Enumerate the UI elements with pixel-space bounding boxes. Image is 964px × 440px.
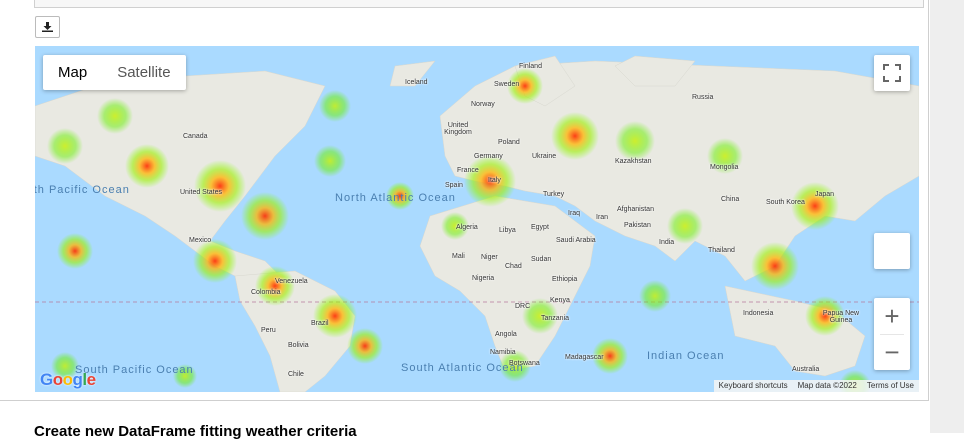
- zoom-divider: [880, 334, 904, 335]
- country-label: United Kingdom: [444, 122, 472, 136]
- country-label: Iran: [596, 214, 609, 221]
- ocean-label: North Pacific Ocean: [35, 184, 129, 196]
- world-basemap: [35, 55, 919, 392]
- country-label: Mongolia: [710, 164, 739, 171]
- country-label: Niger: [481, 254, 498, 261]
- country-label: Bolivia: [288, 342, 309, 349]
- country-label: Algeria: [456, 224, 478, 231]
- download-icon: [42, 22, 53, 32]
- country-label: Iraq: [568, 210, 581, 217]
- country-label: Nigeria: [472, 275, 495, 282]
- country-label: Ethiopia: [552, 276, 578, 283]
- country-label: Pakistan: [624, 222, 651, 229]
- map-data-text: Map data ©2022: [797, 381, 857, 390]
- country-label: Namibia: [490, 349, 516, 356]
- ocean-label: Indian Ocean: [647, 350, 725, 362]
- country-label: France: [457, 167, 479, 174]
- country-label: Papua New Guinea: [822, 310, 860, 324]
- country-label: Tanzania: [541, 315, 570, 322]
- country-label: Turkey: [543, 191, 565, 198]
- country-label: Russia: [692, 94, 714, 101]
- country-label: Indonesia: [743, 310, 774, 317]
- country-label: Finland: [519, 63, 542, 70]
- country-label: Chad: [505, 263, 522, 270]
- country-label: Afghanistan: [617, 206, 654, 213]
- country-label: Iceland: [405, 79, 428, 86]
- zoom-in-button[interactable]: +: [874, 298, 910, 334]
- zoom-out-button[interactable]: −: [874, 334, 910, 370]
- google-logo: Google: [40, 370, 96, 389]
- country-label: Spain: [445, 182, 463, 189]
- fullscreen-icon: [883, 64, 901, 82]
- country-label: Germany: [474, 153, 503, 160]
- map-type-map-button[interactable]: Map: [43, 55, 102, 90]
- heatmap-map[interactable]: Finland Sweden Norway Iceland Russia Uni…: [35, 46, 919, 392]
- previous-output: [34, 0, 924, 8]
- country-label: Chile: [288, 371, 304, 378]
- ocean-label: South Atlantic Ocean: [401, 362, 524, 374]
- country-label: DRC: [515, 303, 531, 310]
- country-label: United States: [180, 189, 223, 196]
- country-label: Ukraine: [532, 153, 557, 160]
- map-type-satellite-button[interactable]: Satellite: [102, 55, 185, 90]
- country-label: Canada: [183, 133, 208, 140]
- fullscreen-button[interactable]: [874, 55, 910, 91]
- country-label: Thailand: [708, 247, 735, 254]
- terms-of-use-link[interactable]: Terms of Use: [862, 380, 919, 392]
- map-attribution: Keyboard shortcuts Map data ©2022 Terms …: [713, 380, 919, 392]
- map-type-control: Map Satellite: [43, 55, 186, 90]
- country-label: Saudi Arabia: [556, 237, 596, 244]
- country-label: Sudan: [531, 256, 552, 263]
- country-label: Mali: [452, 253, 465, 260]
- country-label: China: [721, 196, 740, 203]
- country-label: Egypt: [531, 224, 549, 231]
- country-label: Angola: [495, 331, 517, 338]
- country-label: Japan: [815, 191, 835, 198]
- country-label: Colombia: [251, 289, 281, 296]
- zoom-control: + −: [874, 298, 910, 370]
- download-button[interactable]: [35, 16, 60, 38]
- country-label: Madagascar: [565, 354, 604, 361]
- country-label: Venezuela: [275, 278, 308, 285]
- country-label: Italy: [488, 177, 501, 184]
- country-label: Peru: [261, 327, 276, 334]
- country-label: Kazakhstan: [615, 158, 652, 165]
- country-label: Poland: [498, 139, 520, 146]
- country-label: Kenya: [550, 297, 570, 304]
- scrollbar-gutter: [930, 0, 964, 433]
- keyboard-shortcuts-link[interactable]: Keyboard shortcuts: [714, 380, 793, 392]
- country-label: South Korea: [766, 199, 805, 206]
- country-label: Sweden: [494, 81, 520, 88]
- country-label: Brazil: [311, 320, 329, 327]
- country-label: Australia: [792, 366, 820, 373]
- country-label: Mexico: [189, 237, 212, 244]
- pegman-control[interactable]: [874, 233, 910, 269]
- ocean-label: North Atlantic Ocean: [335, 192, 456, 204]
- section-heading: Create new DataFrame fitting weather cri…: [34, 423, 357, 440]
- country-label: Norway: [471, 101, 495, 108]
- country-label: Libya: [499, 227, 516, 234]
- country-label: India: [659, 239, 675, 246]
